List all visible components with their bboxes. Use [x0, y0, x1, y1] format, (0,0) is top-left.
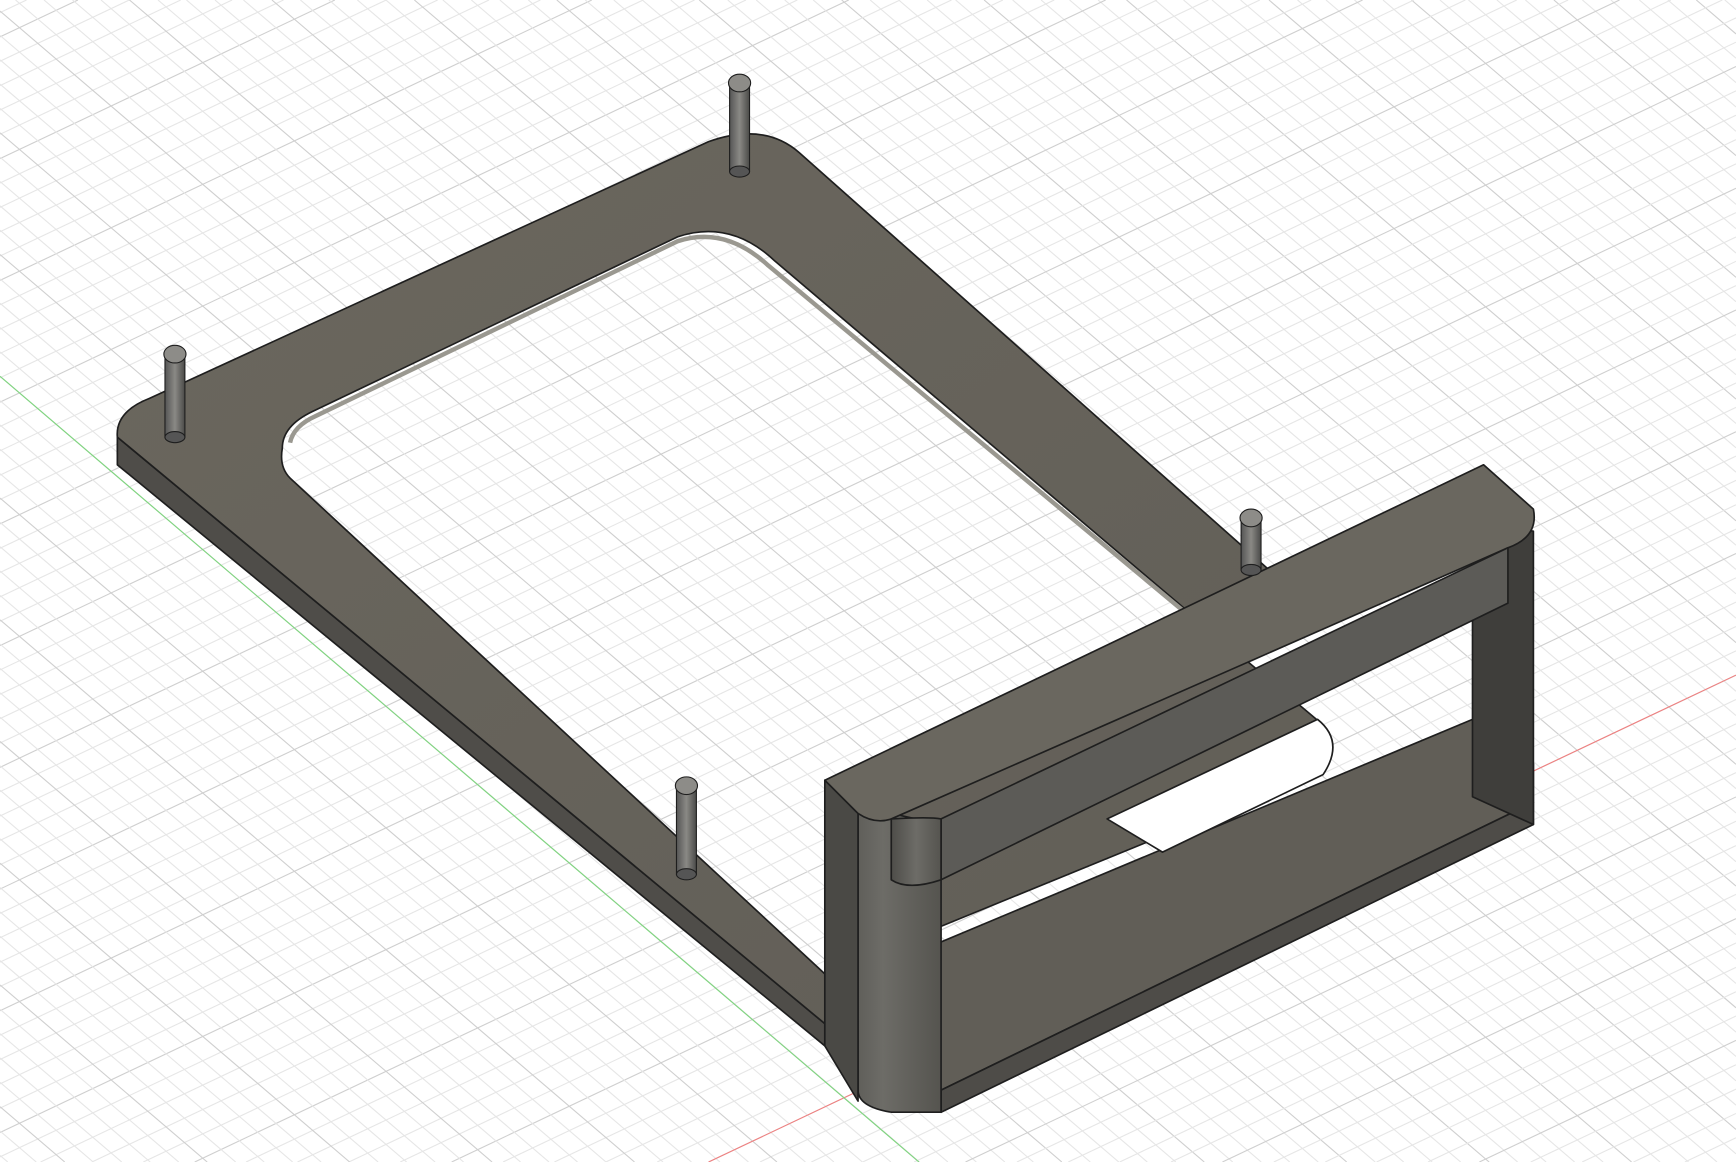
- grid-line: [1240, 0, 1736, 424]
- 3d-canvas[interactable]: [0, 0, 1736, 1162]
- grid-line: [0, 1154, 9, 1162]
- locating-pin: [163, 344, 187, 444]
- grid-line: [0, 594, 664, 1162]
- riser-left-front: [823, 779, 859, 1102]
- pin-shaft: [729, 82, 751, 173]
- grid-line: [1382, 0, 1736, 303]
- grid-line: [0, 424, 863, 1162]
- pin-head: [1239, 508, 1263, 528]
- grid-line: [0, 911, 294, 1162]
- grid-line: [1324, 966, 1736, 1162]
- grid-line: [0, 619, 635, 1162]
- grid-line: [1439, 0, 1736, 254]
- pin-base: [164, 431, 186, 444]
- grid-line: [1468, 0, 1736, 230]
- grid-line: [1553, 0, 1736, 157]
- pin-head: [674, 776, 699, 796]
- grid-line: [0, 789, 436, 1162]
- grid-line: [1581, 1088, 1736, 1162]
- locating-pin: [1239, 508, 1263, 577]
- grid-line: [1610, 0, 1736, 108]
- grid-line: [1582, 0, 1736, 132]
- pin-shaft: [164, 353, 186, 438]
- grid-line: [1376, 991, 1736, 1162]
- grid-line: [0, 0, 490, 233]
- grid-line: [0, 692, 550, 1162]
- grid-line: [1273, 942, 1736, 1162]
- grid-line: [0, 960, 237, 1162]
- grid-line: [1667, 0, 1736, 59]
- grid-line: [1633, 1112, 1736, 1162]
- grid-line: [1325, 0, 1736, 351]
- grid-line: [1183, 0, 1736, 473]
- grid-line: [0, 0, 695, 330]
- grid-line: [0, 0, 284, 135]
- grid-line: [0, 862, 350, 1162]
- grid-line: [1354, 0, 1736, 327]
- grid-line: [1724, 0, 1736, 10]
- grid-line: [1479, 1039, 1736, 1162]
- grid-line: [0, 887, 322, 1162]
- grid-line: [0, 765, 464, 1162]
- grid-line: [1211, 0, 1736, 449]
- pin-shaft: [675, 785, 697, 875]
- bracket-model[interactable]: [116, 133, 1536, 1114]
- grid-line: [1525, 0, 1736, 181]
- pin-head: [163, 344, 187, 364]
- grid-line: [0, 400, 892, 1162]
- grid-line: [0, 0, 387, 184]
- grid-line: [1097, 0, 1736, 546]
- pin-base: [1240, 563, 1262, 577]
- grid-line: [1297, 0, 1736, 376]
- locating-pin: [674, 776, 699, 881]
- locating-pin: [727, 73, 752, 178]
- riser-top-end: [890, 816, 942, 887]
- cad-viewport[interactable]: [0, 0, 1736, 1162]
- pin-base: [729, 165, 751, 178]
- grid-line: [1427, 1015, 1736, 1162]
- grid-line: [1530, 1064, 1736, 1162]
- pin-head: [727, 73, 752, 93]
- grid-line: [0, 1106, 66, 1162]
- grid-line: [0, 838, 379, 1162]
- grid-line: [1496, 0, 1736, 205]
- pin-base: [675, 868, 697, 881]
- grid-line: [0, 0, 336, 160]
- grid-line: [0, 935, 265, 1162]
- grid-line: [0, 0, 181, 87]
- grid-line: [0, 1130, 37, 1162]
